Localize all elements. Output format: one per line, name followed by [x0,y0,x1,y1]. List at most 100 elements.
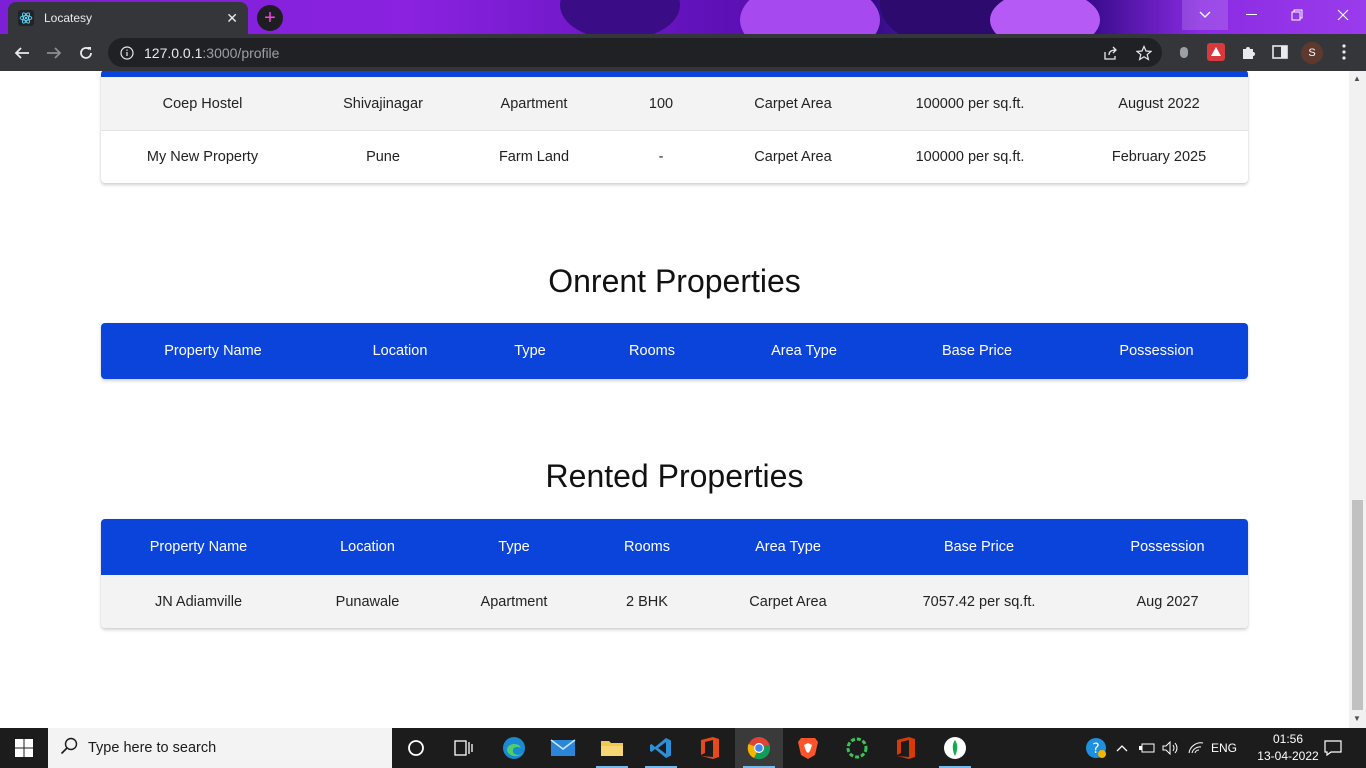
url-host: 127.0.0.1 [144,44,203,61]
taskbar-search-box[interactable]: Type here to search [48,728,392,768]
cell-property-name: Coep Hostel [162,95,243,112]
cell-rooms: 100 [648,95,674,112]
cell-location: Punawale [335,593,400,610]
help-icon[interactable]: ? [1084,728,1108,768]
share-icon[interactable] [1101,43,1121,63]
cell-type: Apartment [500,95,568,112]
bookmark-star-icon[interactable] [1134,43,1154,63]
onrent-properties-table: Property Name Location Type Rooms Area T… [101,323,1248,379]
header-area-type[interactable]: Area Type [719,343,889,359]
extension-android-icon[interactable] [1173,41,1195,63]
notifications-icon[interactable] [1318,728,1348,768]
url-path: :3000/profile [202,44,280,61]
profile-avatar[interactable]: S [1301,42,1323,64]
cell-area-type: Carpet Area [749,593,827,610]
header-property-name[interactable]: Property Name [101,343,325,359]
header-location[interactable]: Location [296,539,439,555]
cell-possession: February 2025 [1111,149,1207,165]
forward-arrow-icon[interactable] [41,40,67,66]
cell-location: Shivajinagar [343,95,423,112]
page-scrollbar[interactable]: ▲ ▼ [1349,71,1366,728]
cell-area-type: Carpet Area [754,95,832,112]
brave-browser-icon[interactable] [784,728,832,768]
file-explorer-icon[interactable] [588,728,636,768]
new-tab-button[interactable]: + [257,5,283,31]
chevron-up-icon[interactable] [1112,728,1132,768]
scrollbar-thumb[interactable] [1352,500,1363,710]
clock-time: 01:56 [1272,732,1304,746]
task-view-icon[interactable] [440,728,488,768]
cell-rooms: 2 BHK [626,593,668,610]
scroll-down-arrow-icon[interactable]: ▼ [1353,714,1361,723]
back-arrow-icon[interactable] [9,40,35,66]
onrent-section-title: Onrent Properties [548,263,801,299]
header-rooms[interactable]: Rooms [589,539,705,555]
header-possession[interactable]: Possession [1087,539,1248,555]
office-red-icon[interactable] [882,728,930,768]
header-location[interactable]: Location [325,343,475,359]
rented-properties-table: Property Name Location Type Rooms Area T… [101,519,1248,628]
wallpaper-blob [990,0,1100,34]
cell-rooms: - [658,149,664,165]
address-bar[interactable]: 127.0.0.1:3000/profile [108,38,1162,67]
wifi-icon[interactable] [1184,728,1208,768]
cortana-icon[interactable] [392,728,440,768]
table-row[interactable]: My New Property Pune Farm Land - Carpet … [101,130,1248,183]
cell-location: Pune [366,149,400,165]
cell-possession: August 2022 [1118,95,1200,112]
windows-start-icon[interactable] [0,728,48,768]
browser-tab[interactable]: Locatesy ✕ [8,2,248,34]
scroll-up-arrow-icon[interactable]: ▲ [1353,74,1361,83]
cell-base-price: 100000 per sq.ft. [915,95,1025,112]
rented-section-title: Rented Properties [545,458,804,494]
extension-puzzle-game-icon[interactable] [1205,41,1227,63]
chrome-icon[interactable] [735,728,783,768]
office-icon[interactable] [686,728,734,768]
cell-property-name: My New Property [146,149,259,165]
close-window-icon[interactable] [1320,0,1366,30]
menu-kebab-icon[interactable] [1333,41,1355,63]
cell-area-type: Carpet Area [754,149,832,165]
extensions-puzzle-icon[interactable] [1237,41,1259,63]
mongodb-compass-icon[interactable] [931,728,979,768]
site-info-icon[interactable] [120,45,134,60]
reload-icon[interactable] [73,40,99,66]
battery-icon[interactable] [1136,728,1158,768]
table-row[interactable]: Coep Hostel Shivajinagar Apartment 100 C… [101,77,1248,130]
restore-icon[interactable] [1274,0,1320,30]
language-indicator[interactable]: ENG [1208,728,1240,768]
header-base-price[interactable]: Base Price [871,539,1087,555]
header-type[interactable]: Type [475,343,585,359]
table-row[interactable]: JN Adiamville Punawale Apartment 2 BHK C… [101,575,1248,628]
edge-browser-icon[interactable] [490,728,538,768]
cell-type: Apartment [480,593,548,610]
cell-base-price: 7057.42 per sq.ft. [922,593,1036,610]
header-area-type[interactable]: Area Type [705,539,871,555]
minimize-icon[interactable] [1228,0,1274,30]
tab-title: Locatesy [44,11,93,25]
vscode-icon[interactable] [637,728,685,768]
header-type[interactable]: Type [439,539,589,555]
react-favicon-icon [18,10,34,26]
header-rooms[interactable]: Rooms [585,343,719,359]
browser-toolbar: 127.0.0.1:3000/profile S [0,34,1366,71]
volume-icon[interactable] [1160,728,1182,768]
page-viewport: Coep Hostel Shivajinagar Apartment 100 C… [0,71,1349,728]
header-possession[interactable]: Possession [1065,343,1248,359]
search-icon [60,737,78,759]
wallpaper-blob [740,0,880,34]
loading-circle-app-icon[interactable] [833,728,881,768]
clock-date: 13-04-2022 [1257,749,1319,763]
mail-icon[interactable] [539,728,587,768]
windows-taskbar: Type here to search ? ENG 01:56 13-04-20… [0,728,1366,768]
header-property-name[interactable]: Property Name [101,539,296,555]
table-header-row: Property Name Location Type Rooms Area T… [101,519,1248,575]
tab-search-chevron-icon[interactable] [1182,0,1228,30]
header-base-price[interactable]: Base Price [889,343,1065,359]
cell-property-name: JN Adiamville [154,593,243,610]
cell-base-price: 100000 per sq.ft. [915,149,1025,165]
side-panel-icon[interactable] [1269,41,1291,63]
owned-properties-table: Coep Hostel Shivajinagar Apartment 100 C… [101,71,1248,183]
tab-close-icon[interactable]: ✕ [226,10,238,27]
system-clock[interactable]: 01:56 13-04-2022 [1256,731,1320,765]
